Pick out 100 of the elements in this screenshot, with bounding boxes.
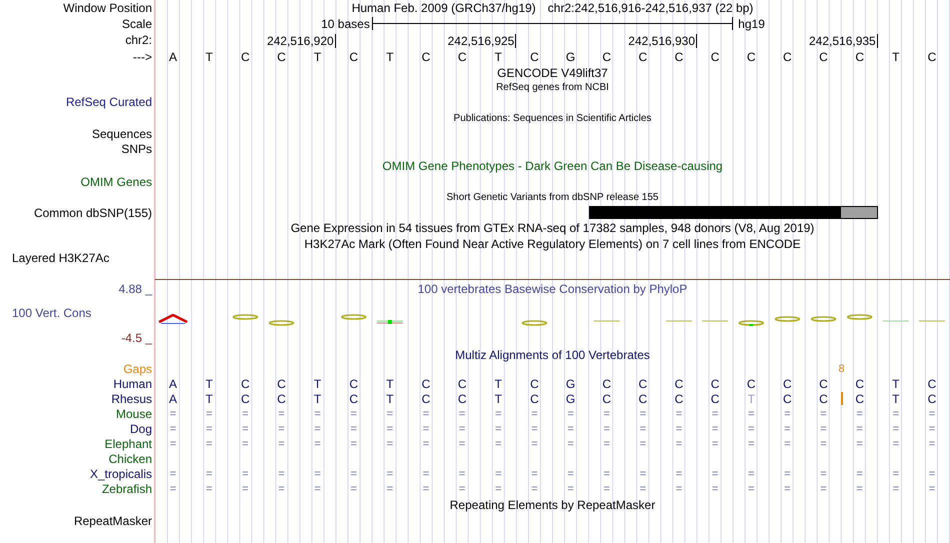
aligned-base: =	[819, 438, 828, 450]
base-letter: C	[529, 50, 540, 64]
track-label[interactable]: -4.5 _	[121, 331, 152, 345]
aligned-base: =	[783, 468, 792, 480]
track-label[interactable]: Mouse	[116, 406, 152, 420]
track-label[interactable]: Elephant	[104, 436, 152, 450]
aligned-base: T	[494, 392, 503, 406]
aligned-base: =	[168, 482, 178, 494]
aligned-base: =	[855, 468, 864, 480]
aligned-base: =	[241, 438, 250, 450]
track-label[interactable]: Layered H3K27Ac	[12, 251, 110, 265]
aligned-base: =	[855, 438, 864, 450]
base-letter: C	[710, 50, 720, 64]
base-letter: C	[601, 50, 612, 64]
aligned-base: =	[747, 482, 756, 494]
track-label[interactable]: SNPs	[121, 142, 152, 156]
coordinate-tick: 242,516,930	[628, 34, 698, 48]
track-label[interactable]: Chicken	[108, 452, 152, 466]
track-label[interactable]: Zebrafish	[102, 482, 152, 496]
aligned-base: =	[892, 422, 900, 434]
aligned-base: T	[891, 392, 900, 406]
base-letter: C	[818, 50, 829, 64]
aligned-base: =	[204, 422, 214, 434]
aligned-base: C	[782, 376, 793, 390]
aligned-base: T	[891, 376, 900, 390]
aligned-base: =	[892, 408, 900, 420]
aligned-base: =	[892, 482, 900, 494]
base-letter: T	[385, 50, 395, 64]
aligned-base: =	[928, 468, 936, 480]
aligned-base: =	[530, 468, 539, 480]
track-title[interactable]: Short Genetic Variants from dbSNP release 155	[446, 192, 658, 202]
aligned-base: =	[783, 422, 792, 434]
track-label[interactable]: RefSeq Curated	[66, 95, 152, 109]
track-label[interactable]: Rhesus	[111, 392, 152, 406]
aligned-base: =	[204, 482, 214, 494]
track-title[interactable]: RefSeq genes from NCBI	[496, 82, 609, 93]
aligned-base: =	[928, 422, 936, 434]
aligned-base: =	[783, 482, 792, 494]
aligned-base: =	[350, 422, 358, 434]
aligned-base: =	[783, 408, 792, 420]
aligned-base: =	[277, 438, 286, 450]
track-label[interactable]: Common dbSNP(155)	[34, 206, 152, 220]
base-letter: G	[564, 50, 576, 64]
base-letter: A	[168, 50, 178, 64]
aligned-base: =	[674, 408, 684, 420]
aligned-base: =	[819, 468, 828, 480]
aligned-base: =	[386, 482, 394, 494]
aligned-base: C	[746, 376, 757, 390]
aligned-base: =	[313, 468, 322, 480]
track-label[interactable]: --->	[133, 50, 152, 64]
assembly-label: hg19	[737, 16, 766, 30]
aligned-base: T	[312, 376, 322, 390]
aligned-base: C	[854, 392, 865, 406]
aligned-base: =	[204, 468, 214, 480]
aligned-base: =	[566, 438, 575, 450]
aligned-base: =	[710, 482, 720, 494]
aligned-base: =	[855, 408, 864, 420]
aligned-base: =	[422, 422, 430, 434]
track-label[interactable]: X_tropicalis	[90, 466, 152, 480]
aligned-base: =	[530, 408, 539, 420]
track-title[interactable]: Gene Expression in 54 tissues from GTEx RNA-seq of 17382 samples, 948 donors (V8, Aug 2019)	[290, 221, 814, 235]
track-title[interactable]: GENCODE V49lift37	[497, 66, 608, 80]
gap-count: 8	[838, 363, 845, 375]
aligned-base: =	[350, 438, 358, 450]
aligned-base: =	[494, 422, 502, 434]
track-label[interactable]: Dog	[130, 422, 152, 436]
track-title[interactable]: Multiz Alignments of 100 Vertebrates	[455, 348, 650, 362]
aligned-base: A	[168, 392, 178, 406]
aligned-base: =	[458, 482, 466, 494]
base-letter: C	[240, 50, 251, 64]
aligned-base: =	[602, 422, 611, 434]
track-label[interactable]: OMIM Genes	[80, 174, 152, 188]
track-title[interactable]: H3K27Ac Mark (Often Found Near Active Regulatory Elements) on 7 cell lines from ENCODE	[304, 236, 801, 250]
track-label[interactable]: Scale	[122, 16, 152, 30]
aligned-base: T	[385, 392, 395, 406]
aligned-base: C	[782, 392, 793, 406]
scale-length: 10 bases	[321, 16, 371, 30]
track-title[interactable]: Publications: Sequences in Scientific Articles	[454, 113, 652, 124]
track-label[interactable]: Window Position	[63, 1, 152, 15]
track-label[interactable]: Sequences	[92, 127, 152, 141]
track-label[interactable]: chr2:	[125, 33, 152, 47]
aligned-base: =	[530, 422, 539, 434]
aligned-base: =	[422, 468, 430, 480]
track-label[interactable]: Human	[113, 376, 152, 390]
aligned-base: C	[710, 392, 720, 406]
aligned-base: =	[168, 422, 178, 434]
aligned-base: C	[240, 376, 251, 390]
aligned-base: =	[638, 468, 648, 480]
track-title[interactable]: 100 vertebrates Basewise Conservation by PhyloP	[418, 282, 688, 296]
aligned-base: =	[494, 438, 502, 450]
base-letter: T	[494, 50, 503, 64]
track-title[interactable]: OMIM Gene Phenotypes - Dark Green Can Be Disease-causing	[382, 158, 723, 172]
aligned-base: =	[277, 408, 286, 420]
track-label[interactable]: RepeatMasker	[74, 514, 152, 528]
track-label[interactable]: 100 Vert. Cons	[12, 306, 92, 320]
track-title[interactable]: Repeating Elements by RepeatMasker	[450, 498, 656, 512]
aligned-base: =	[204, 408, 214, 420]
track-label[interactable]: 4.88 _	[118, 282, 152, 296]
aligned-base: =	[710, 468, 720, 480]
aligned-base: T	[312, 392, 322, 406]
